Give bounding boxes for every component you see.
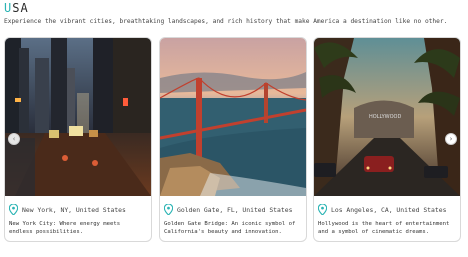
location-text: Golden Gate, FL, United States xyxy=(177,205,293,214)
destination-card-new-york[interactable]: New York, NY, United States New York Cit… xyxy=(4,37,152,242)
los-angeles-location: Los Angeles, CA, United States xyxy=(318,204,446,215)
carousel-next-button[interactable]: › xyxy=(445,133,457,145)
title-accent-letter: U xyxy=(4,1,13,15)
location-text: Los Angeles, CA, United States xyxy=(331,205,447,214)
svg-text:HOLLYWOOD: HOLLYWOOD xyxy=(369,114,401,120)
chevron-right-icon: › xyxy=(449,134,453,143)
location-pin-icon xyxy=(318,204,327,215)
title-rest: SA xyxy=(12,1,29,15)
new-york-photo xyxy=(5,38,151,196)
page-subtitle: Experience the vibrant cities, breathtak… xyxy=(4,18,448,25)
card-description: New York City: Where energy meets endles… xyxy=(9,221,121,235)
location-text: New York, NY, United States xyxy=(22,205,126,214)
los-angeles-photo: HOLLYWOOD xyxy=(314,38,460,196)
location-pin-icon xyxy=(9,204,18,215)
location-pin-icon xyxy=(164,204,173,215)
destination-card-los-angeles[interactable]: HOLLYWOOD Los Angeles, CA, United States… xyxy=(313,37,461,242)
golden-gate-location: Golden Gate, FL, United States xyxy=(164,204,292,215)
golden-gate-photo xyxy=(160,38,306,196)
card-description: Golden Gate Bridge: An iconic symbol of … xyxy=(164,221,296,235)
chevron-left-icon: ‹ xyxy=(12,134,16,143)
page-title: USA xyxy=(4,1,29,15)
destination-card-golden-gate[interactable]: Golden Gate, FL, United States Golden Ga… xyxy=(159,37,307,242)
card-description: Hollywood is the heart of entertainment … xyxy=(318,221,450,235)
carousel-prev-button[interactable]: ‹ xyxy=(8,133,20,145)
new-york-location: New York, NY, United States xyxy=(9,204,126,215)
